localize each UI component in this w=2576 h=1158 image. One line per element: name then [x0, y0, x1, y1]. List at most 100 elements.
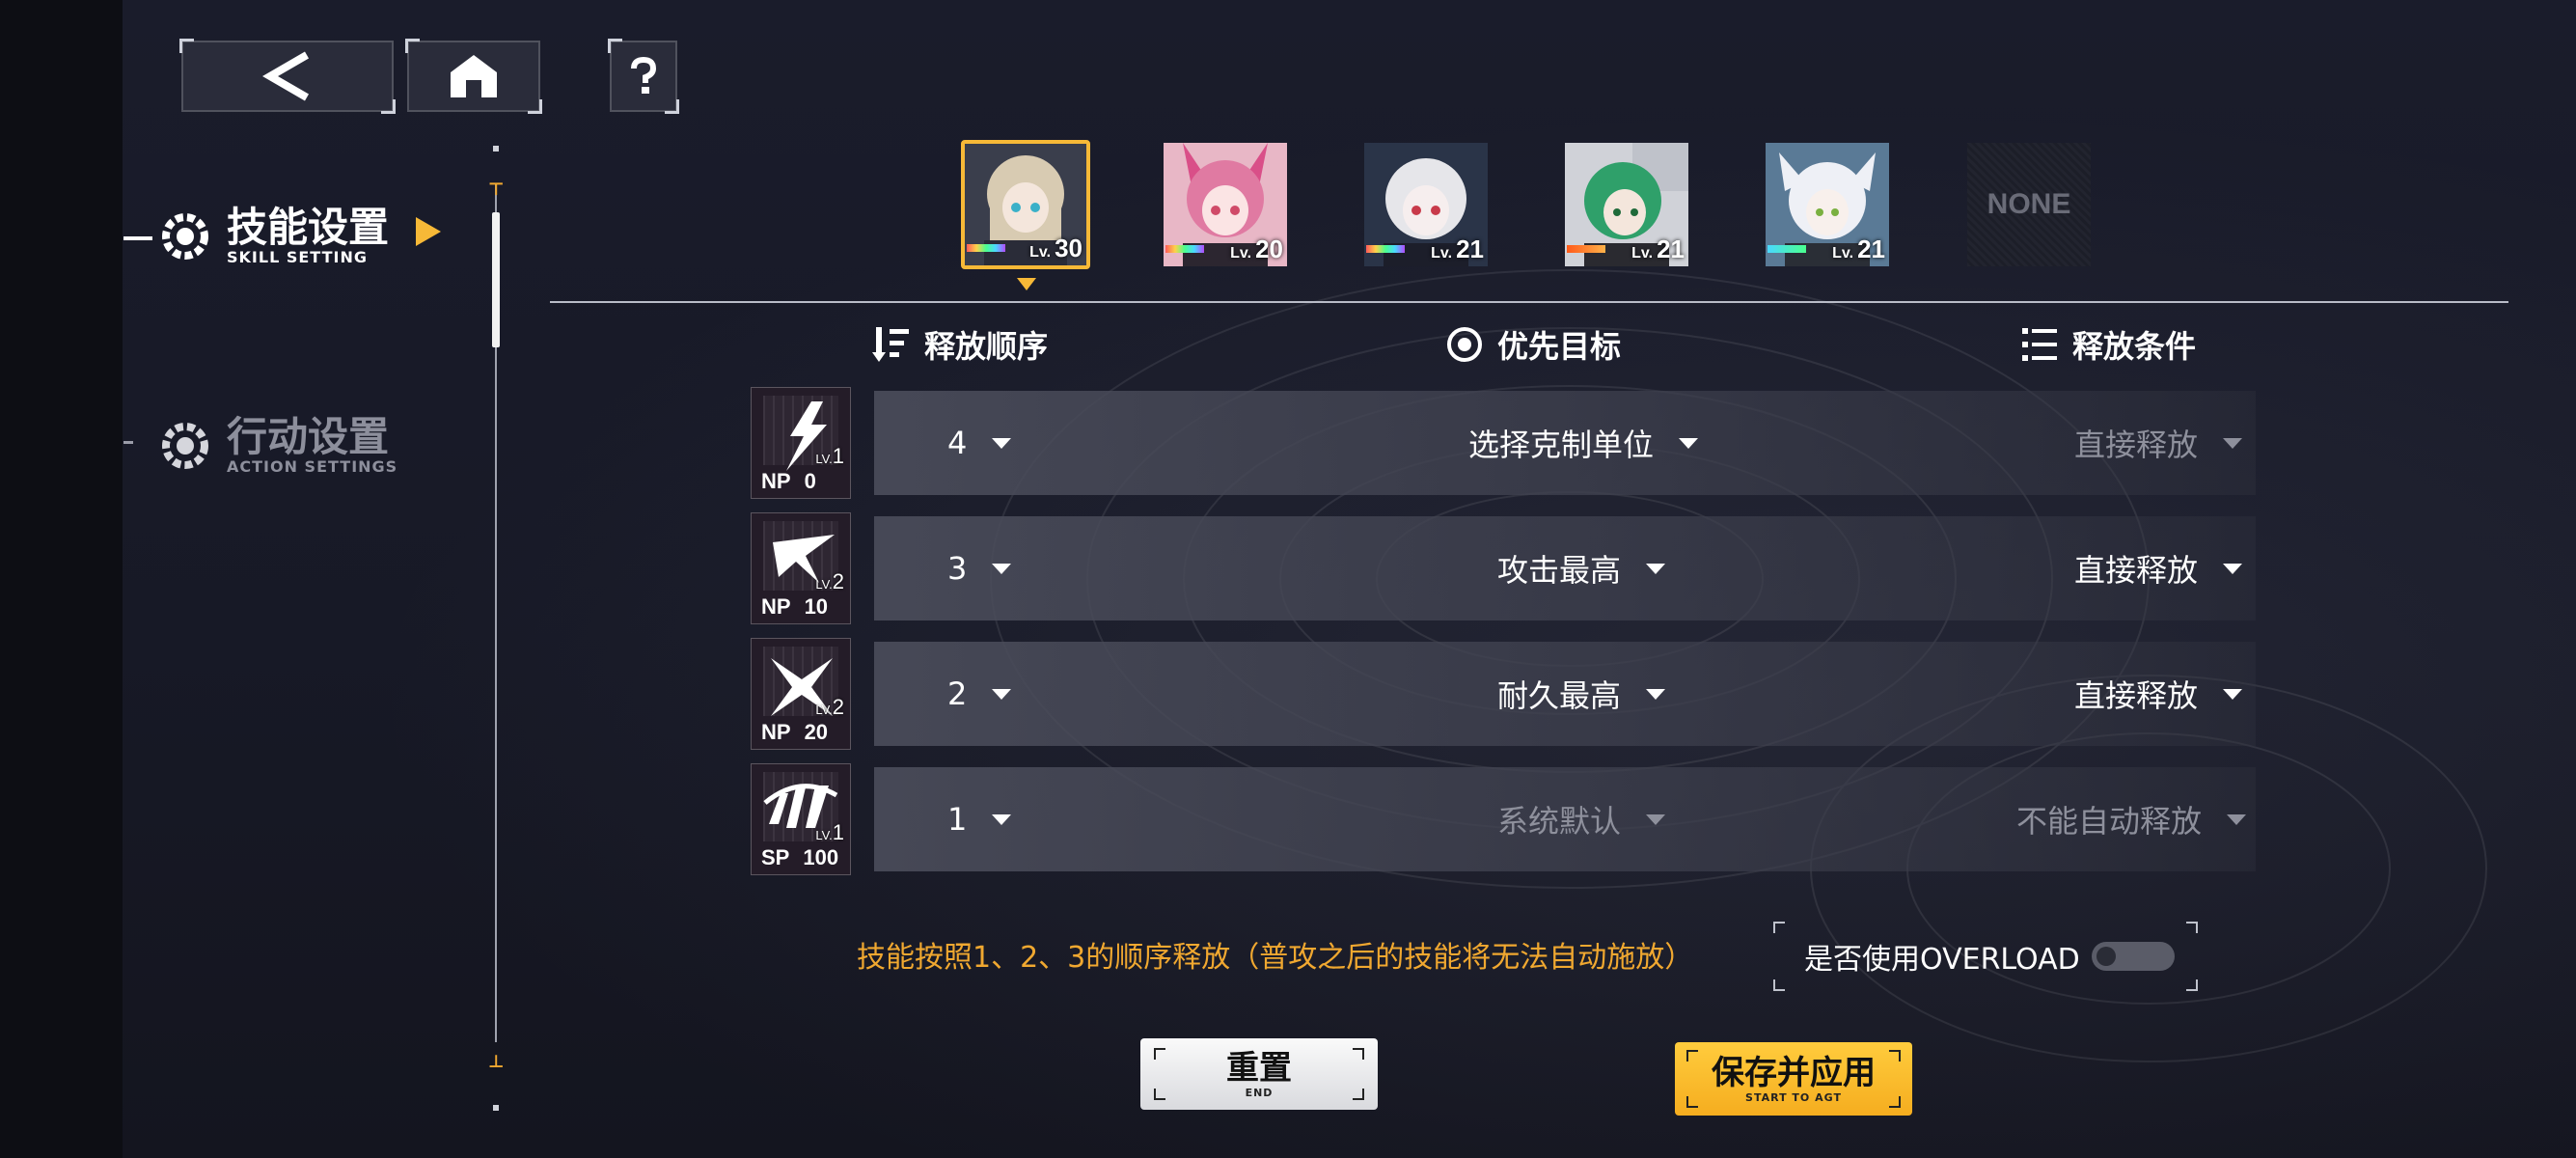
scroll-thumb[interactable]	[492, 212, 500, 347]
skill-cost: NP 20	[761, 720, 829, 744]
condition-dropdown[interactable]: 直接释放	[2074, 391, 2243, 495]
column-header-label: 释放顺序	[924, 328, 1049, 365]
character-level: Lv. 21	[1431, 234, 1484, 263]
skill-level: LV.1	[815, 444, 844, 468]
skill-row: LV.2 NP 10 3 攻击最高 直接释放	[751, 512, 2256, 624]
menu-subtitle: ACTION SETTINGS	[227, 457, 398, 476]
play-triangle-icon	[416, 216, 442, 246]
character-level: Lv. 20	[1230, 234, 1283, 263]
save-label: 保存并应用	[1712, 1053, 1876, 1092]
menu-inactive-dash	[123, 441, 133, 444]
selected-indicator-arrow	[1017, 278, 1036, 290]
skill-cost: SP 100	[761, 845, 839, 869]
character-level: Lv. 21	[1832, 234, 1885, 263]
character-slot-5[interactable]: Lv. 21	[1766, 143, 1889, 266]
dropdown-caret-icon	[2227, 813, 2247, 825]
reset-button[interactable]: 重置 END	[1140, 1038, 1378, 1110]
character-slot-1[interactable]: Lv. 30	[961, 140, 1090, 269]
empty-slot-label: NONE	[1987, 188, 2071, 220]
back-arrow-icon	[262, 51, 310, 101]
dropdown-caret-icon	[2223, 437, 2243, 449]
reset-sublabel: END	[1245, 1086, 1274, 1099]
rarity-bar	[1366, 245, 1405, 253]
skill-level: LV.2	[815, 569, 844, 593]
skill-row: LV.1 NP 0 4 选择克制单位 直接释放	[751, 387, 2256, 499]
menu-subtitle: SKILL SETTING	[227, 248, 368, 266]
reset-label: 重置	[1226, 1048, 1292, 1088]
order-dropdown[interactable]: 2	[947, 642, 1012, 746]
condition-dropdown[interactable]: 不能自动释放	[2016, 767, 2247, 871]
dropdown-caret-icon	[992, 688, 1012, 700]
gear-icon	[159, 420, 211, 472]
scroll-top-mark: ⊤	[488, 179, 505, 200]
save-apply-button[interactable]: 保存并应用 START TO AGT	[1675, 1042, 1912, 1116]
dropdown-caret-icon	[1646, 563, 1666, 574]
rarity-bar	[967, 244, 1005, 252]
rarity-bar	[1567, 245, 1605, 253]
toggle-knob	[2096, 947, 2116, 966]
dropdown-caret-icon	[1679, 437, 1699, 449]
menu-item-action-settings[interactable]: 行动设置 ACTION SETTINGS	[159, 415, 397, 476]
scroll-dot-top	[493, 146, 499, 152]
question-icon	[631, 57, 657, 94]
order-dropdown[interactable]: 3	[947, 516, 1012, 620]
target-dropdown[interactable]: 耐久最高	[1497, 642, 1666, 746]
rarity-bar	[1165, 245, 1204, 253]
gear-icon	[159, 210, 211, 262]
home-button[interactable]	[405, 39, 542, 114]
character-level: Lv. 21	[1631, 234, 1685, 263]
menu-item-skill-setting[interactable]: 技能设置 SKILL SETTING	[159, 206, 443, 266]
target-dropdown[interactable]: 系统默认	[1497, 767, 1666, 871]
left-black-strip	[0, 0, 123, 1158]
condition-dropdown[interactable]: 直接释放	[2074, 642, 2243, 746]
skill-icon: LV.2 NP 20	[751, 638, 851, 750]
dropdown-caret-icon	[2223, 688, 2243, 700]
save-sublabel: START TO AGT	[1745, 1090, 1842, 1104]
list-icon	[2020, 325, 2059, 364]
menu-title: 行动设置	[227, 413, 390, 460]
order-dropdown[interactable]: 4	[947, 391, 1012, 495]
target-icon	[1445, 325, 1484, 364]
menu-title: 技能设置	[227, 204, 390, 251]
target-dropdown[interactable]: 选择克制单位	[1468, 391, 1699, 495]
divider-line	[550, 301, 2508, 303]
target-dropdown[interactable]: 攻击最高	[1497, 516, 1666, 620]
overload-toggle[interactable]	[2091, 942, 2175, 971]
character-slot-2[interactable]: Lv. 20	[1164, 143, 1287, 266]
column-header-target: 优先目标	[1445, 322, 1621, 367]
dropdown-caret-icon	[1646, 813, 1666, 825]
character-slot-4[interactable]: Lv. 21	[1565, 143, 1688, 266]
rarity-bar	[1768, 245, 1806, 253]
home-icon	[451, 55, 497, 97]
character-level: Lv. 30	[1029, 234, 1082, 262]
overload-label: 是否使用OVERLOAD	[1804, 943, 2080, 977]
sort-order-icon	[872, 325, 911, 364]
empty-character-slot[interactable]: NONE	[1967, 143, 2091, 266]
dropdown-caret-icon	[1646, 688, 1666, 700]
help-button[interactable]	[608, 39, 679, 114]
skill-cost: NP 10	[761, 594, 829, 619]
overload-toggle-box[interactable]: 是否使用OVERLOAD	[1773, 922, 2198, 991]
release-order-hint: 技能按照1、2、3的顺序释放（普攻之后的技能将无法自动施放）	[857, 941, 1694, 975]
column-header-label: 优先目标	[1497, 328, 1622, 365]
column-header-order: 释放顺序	[872, 322, 1048, 367]
skill-icon: LV.1 NP 0	[751, 387, 851, 499]
character-slot-3[interactable]: Lv. 21	[1364, 143, 1488, 266]
dropdown-caret-icon	[2223, 563, 2243, 574]
skill-icon: LV.2 NP 10	[751, 512, 851, 624]
scroll-bottom-mark: ⊥	[488, 1052, 505, 1072]
skill-cost: NP 0	[761, 469, 816, 493]
dropdown-caret-icon	[992, 437, 1012, 449]
back-button[interactable]	[179, 39, 396, 114]
dropdown-caret-icon	[992, 813, 1012, 825]
skill-level: LV.2	[815, 695, 844, 719]
menu-active-dash	[123, 236, 152, 240]
order-dropdown[interactable]: 1	[947, 767, 1012, 871]
skill-row: LV.1 SP 100 1 系统默认 不能自动释放	[751, 763, 2256, 875]
condition-dropdown[interactable]: 直接释放	[2074, 516, 2243, 620]
skill-row: LV.2 NP 20 2 耐久最高 直接释放	[751, 638, 2256, 750]
column-header-condition: 释放条件	[2020, 322, 2196, 367]
column-header-label: 释放条件	[2072, 328, 2197, 365]
dropdown-caret-icon	[992, 563, 1012, 574]
skill-icon: LV.1 SP 100	[751, 763, 851, 875]
